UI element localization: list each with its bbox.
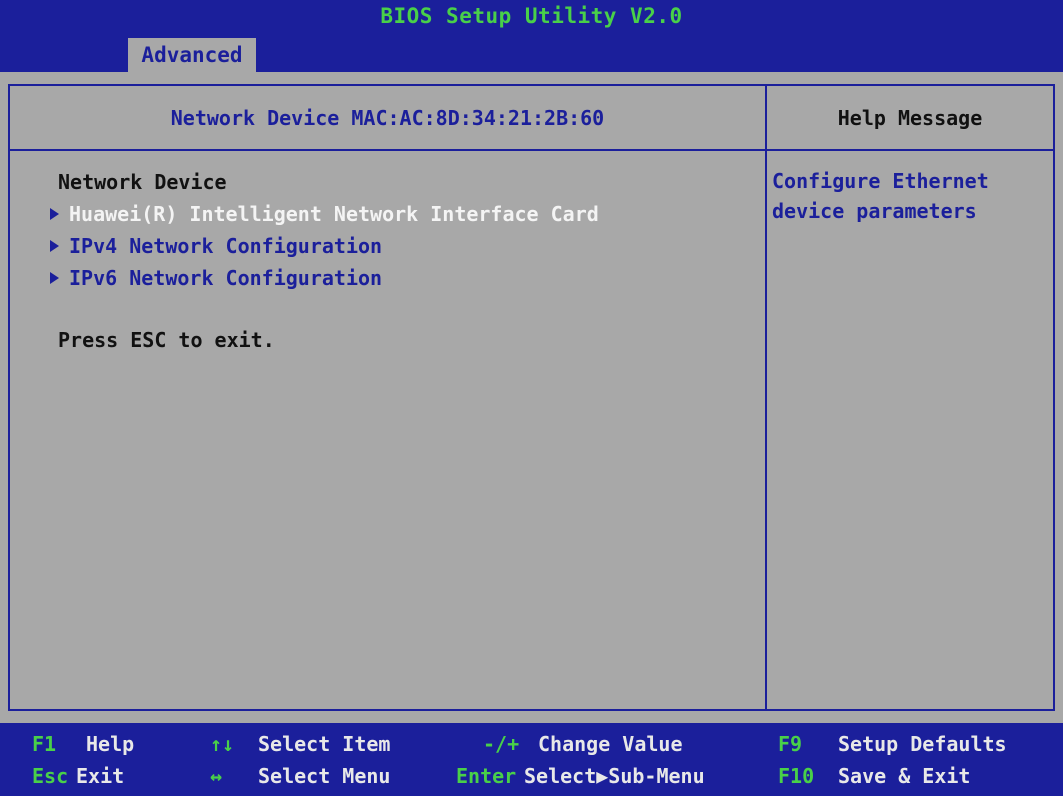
- f10-key: F10: [778, 764, 815, 788]
- leftright-key: ↔: [210, 764, 223, 788]
- right-triangle-icon: [50, 239, 59, 252]
- app-title: BIOS Setup Utility V2.0: [380, 4, 683, 28]
- menu-item-label: Huawei(R) Intelligent Network Interface …: [69, 202, 599, 226]
- key-legend-bar: F1 Help ↑↓ Select Item -/+ Change Value …: [0, 723, 1063, 796]
- esc-label: Exit: [76, 764, 125, 788]
- f1-key: F1: [32, 732, 57, 756]
- enter-label: Select▶Sub-Menu: [524, 764, 705, 788]
- section-title: Network Device MAC:AC:8D:34:21:2B:60: [170, 105, 605, 130]
- right-triangle-icon: [50, 207, 59, 220]
- tab-advanced[interactable]: Advanced: [128, 38, 256, 72]
- plusminus-label: Change Value: [538, 732, 683, 756]
- f9-label: Setup Defaults: [838, 732, 1007, 756]
- section-heading: Network Device: [58, 170, 227, 194]
- menu-item-label: IPv6 Network Configuration: [69, 266, 383, 290]
- horizontal-divider: [10, 149, 1053, 151]
- help-title: Help Message: [837, 105, 983, 130]
- menu-item-huawei-nic[interactable]: Huawei(R) Intelligent Network Interface …: [50, 198, 599, 230]
- help-text: Configure Ethernet device parameters: [772, 169, 989, 223]
- menu-item-ipv6-config[interactable]: IPv6 Network Configuration: [50, 262, 382, 294]
- f9-key: F9: [778, 732, 803, 756]
- f10-label: Save & Exit: [838, 764, 971, 788]
- enter-key: Enter: [456, 764, 517, 788]
- vertical-divider: [765, 86, 767, 709]
- updown-label: Select Item: [258, 732, 391, 756]
- menu-item-ipv4-config[interactable]: IPv4 Network Configuration: [50, 230, 382, 262]
- title-bar: BIOS Setup Utility V2.0 Advanced: [0, 0, 1063, 72]
- f1-label: Help: [86, 732, 135, 756]
- plusminus-key: -/+: [483, 732, 520, 756]
- leftright-label: Select Menu: [258, 764, 391, 788]
- esc-key: Esc: [32, 764, 69, 788]
- right-triangle-icon: [50, 271, 59, 284]
- exit-hint: Press ESC to exit.: [58, 328, 275, 352]
- menu-item-label: IPv4 Network Configuration: [69, 234, 383, 258]
- setup-panel: Network Device MAC:AC:8D:34:21:2B:60 Hel…: [8, 84, 1055, 711]
- updown-key: ↑↓: [210, 732, 235, 756]
